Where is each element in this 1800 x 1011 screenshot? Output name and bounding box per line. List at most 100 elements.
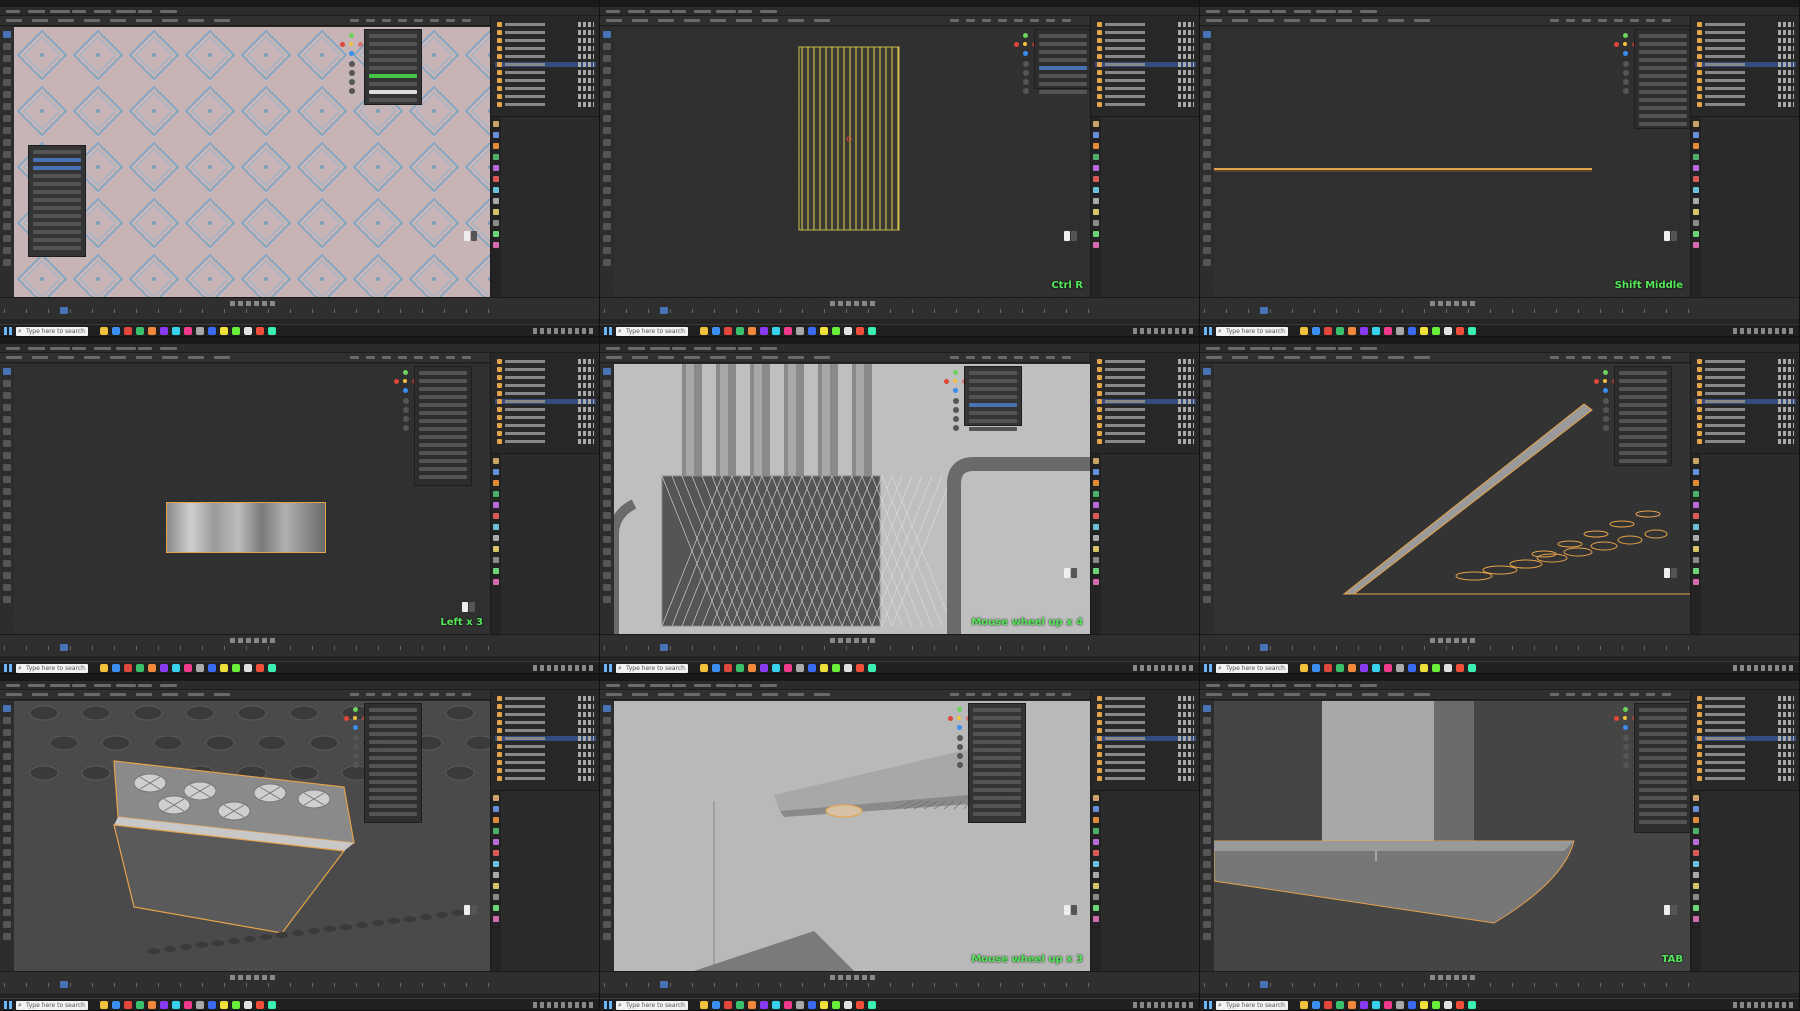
taskbar-app-icon[interactable] (700, 327, 708, 335)
viewport-nav-button[interactable] (1603, 425, 1609, 431)
tool-icon[interactable] (1203, 885, 1211, 892)
visibility-icons[interactable] (1178, 102, 1194, 107)
taskbar-app-icon[interactable] (100, 327, 108, 335)
system-tray[interactable] (1733, 1002, 1793, 1008)
outliner-item[interactable] (495, 768, 596, 773)
properties-tab-icon[interactable] (493, 839, 499, 845)
outliner-item[interactable] (495, 54, 596, 59)
tool-icon[interactable] (1203, 705, 1211, 712)
properties-tab-icon[interactable] (1693, 469, 1699, 475)
outliner-item[interactable] (1695, 736, 1796, 741)
outliner-panel[interactable] (490, 690, 599, 790)
tool-icon[interactable] (1203, 247, 1211, 254)
outliner-panel[interactable] (1690, 16, 1799, 116)
visibility-icons[interactable] (1778, 704, 1794, 709)
tool-icon[interactable] (3, 223, 11, 230)
tool-icon[interactable] (3, 548, 11, 555)
tool-icon[interactable] (603, 392, 611, 399)
visibility-icons[interactable] (578, 367, 594, 372)
taskbar-app-icon[interactable] (808, 664, 816, 672)
visibility-icons[interactable] (1178, 46, 1194, 51)
properties-tab-icon[interactable] (1093, 132, 1099, 138)
visibility-icons[interactable] (1778, 712, 1794, 717)
visibility-icons[interactable] (1178, 736, 1194, 741)
taskbar-app-icon[interactable] (1300, 327, 1308, 335)
taskbar-app-icon[interactable] (868, 664, 876, 672)
viewport-nav-button[interactable] (403, 407, 409, 413)
tool-shelf[interactable] (600, 364, 614, 634)
taskbar-app-icon[interactable] (868, 1001, 876, 1009)
outliner-item[interactable] (1695, 102, 1796, 107)
properties-tab-icon[interactable] (1693, 817, 1699, 823)
timeline[interactable] (1200, 971, 1799, 993)
windows-start-icon[interactable] (604, 664, 612, 672)
taskbar-app-icon[interactable] (244, 1001, 252, 1009)
tool-icon[interactable] (3, 115, 11, 122)
tool-icon[interactable] (1203, 151, 1211, 158)
visibility-icons[interactable] (1178, 423, 1194, 428)
visibility-icons[interactable] (1778, 102, 1794, 107)
visibility-icons[interactable] (1778, 776, 1794, 781)
properties-tab-icon[interactable] (1693, 828, 1699, 834)
outliner-item[interactable] (1695, 46, 1796, 51)
properties-tab-icon[interactable] (493, 894, 499, 900)
taskbar-app-icon[interactable] (172, 1001, 180, 1009)
tool-shelf[interactable] (600, 27, 614, 297)
gradient-plane-mesh[interactable] (166, 502, 326, 553)
taskbar-app-icon[interactable] (808, 1001, 816, 1009)
outliner-item[interactable] (1095, 94, 1196, 99)
taskbar-app-icon[interactable] (268, 664, 276, 672)
tool-icon[interactable] (603, 91, 611, 98)
tool-icon[interactable] (603, 560, 611, 567)
properties-panel[interactable] (1090, 116, 1199, 298)
properties-tab-icon[interactable] (1693, 546, 1699, 552)
tool-icon[interactable] (1203, 55, 1211, 62)
properties-tabs[interactable] (1691, 117, 1701, 298)
tool-icon[interactable] (1203, 31, 1211, 38)
current-frame-marker[interactable] (660, 307, 668, 314)
taskbar-app-icon[interactable] (760, 664, 768, 672)
properties-tab-icon[interactable] (1093, 143, 1099, 149)
visibility-icons[interactable] (1778, 696, 1794, 701)
tool-icon[interactable] (1203, 584, 1211, 591)
taskbar-app-icon[interactable] (1324, 664, 1332, 672)
current-frame-marker[interactable] (660, 981, 668, 988)
taskbar-app-icon[interactable] (1396, 327, 1404, 335)
tool-icon[interactable] (603, 259, 611, 266)
properties-tab-icon[interactable] (1693, 850, 1699, 856)
properties-tab-icon[interactable] (1693, 568, 1699, 574)
taskbar-app-icon[interactable] (736, 327, 744, 335)
visibility-icons[interactable] (1178, 415, 1194, 420)
current-frame-marker[interactable] (1260, 644, 1268, 651)
menu-bar[interactable] (0, 344, 599, 353)
taskbar-app-icon[interactable] (1420, 1001, 1428, 1009)
properties-tab-icon[interactable] (1093, 861, 1099, 867)
outliner-item[interactable] (495, 415, 596, 420)
tool-icon[interactable] (603, 548, 611, 555)
properties-tab-icon[interactable] (493, 861, 499, 867)
properties-tab-icon[interactable] (1093, 850, 1099, 856)
current-frame-marker[interactable] (60, 644, 68, 651)
tool-shelf[interactable] (0, 27, 14, 297)
properties-tab-icon[interactable] (1093, 154, 1099, 160)
visibility-icons[interactable] (1178, 383, 1194, 388)
tool-icon[interactable] (603, 43, 611, 50)
outliner-item[interactable] (495, 102, 596, 107)
visibility-icons[interactable] (1778, 375, 1794, 380)
system-tray[interactable] (1133, 665, 1193, 671)
tool-icon[interactable] (3, 211, 11, 218)
outliner-panel[interactable] (1090, 690, 1199, 790)
properties-tab-icon[interactable] (1693, 198, 1699, 204)
taskbar-app-icon[interactable] (196, 664, 204, 672)
tool-icon[interactable] (3, 861, 11, 868)
outliner-item[interactable] (1695, 760, 1796, 765)
visibility-icons[interactable] (578, 736, 594, 741)
outliner-item[interactable] (1095, 423, 1196, 428)
properties-tab-icon[interactable] (1693, 806, 1699, 812)
taskbar-app-icon[interactable] (772, 1001, 780, 1009)
timeline[interactable] (600, 297, 1199, 319)
tool-icon[interactable] (3, 729, 11, 736)
tool-icon[interactable] (3, 512, 11, 519)
taskbar-app-icon[interactable] (1348, 1001, 1356, 1009)
taskbar-app-icons[interactable] (700, 1001, 890, 1010)
